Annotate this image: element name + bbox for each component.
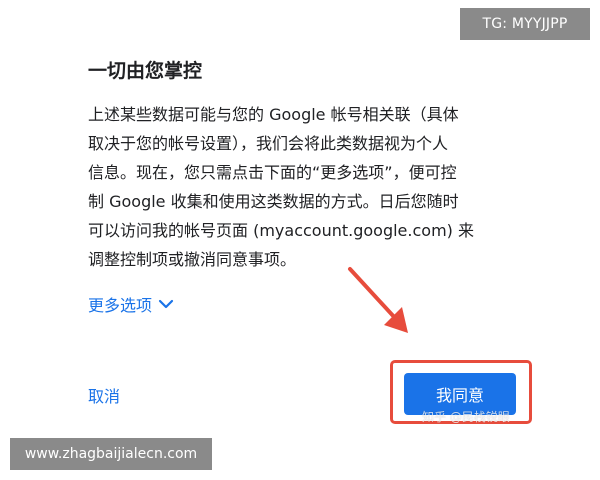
tg-watermark: TG: MYYJJPP [460,8,590,40]
dialog-body-line: 上述某些数据可能与您的 Google 帐号相关联（具体 [88,105,459,124]
dialog-body: 上述某些数据可能与您的 Google 帐号相关联（具体 取决于您的帐号设置），我… [88,100,518,274]
dialog-body-line: 可以访问我的帐号页面 (myaccount.google.com) 来 [88,221,474,240]
more-options-toggle[interactable]: 更多选项 [88,292,174,316]
dialog-body-line: 调整控制项或撤消同意事项。 [88,250,297,269]
chevron-down-icon [158,299,174,309]
cancel-button[interactable]: 取消 [88,383,120,407]
site-watermark: www.zhagbaijialecn.com [10,438,212,470]
arrow-icon [348,267,408,333]
dialog-title: 一切由您掌控 [88,60,203,82]
more-options-label: 更多选项 [88,296,153,315]
dialog-body-line: 信息。现在，您只需点击下面的“更多选项”，便可控 [88,163,457,182]
zhihu-watermark: 知乎 @民栈锐眼 [422,410,510,424]
dialog-body-line: 取决于您的帐号设置），我们会将此类数据视为个人 [88,134,449,153]
dialog-body-line: 制 Google 收集和使用这类数据的方式。日后您随时 [88,192,459,211]
